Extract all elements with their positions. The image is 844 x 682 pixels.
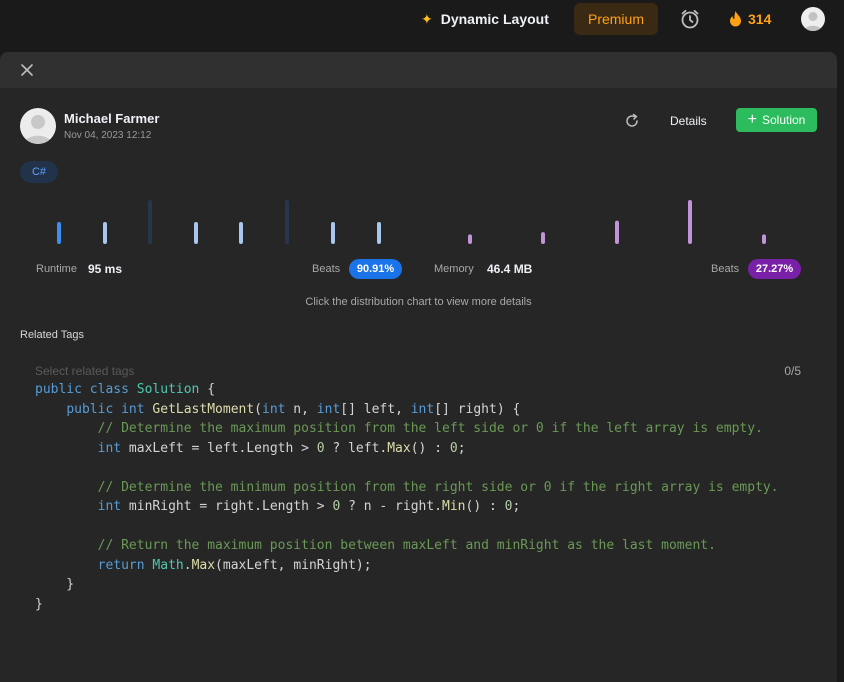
runtime-beats-badge: 90.91% — [349, 259, 402, 279]
related-tags-placeholder: Select related tags — [35, 364, 135, 378]
panel-header — [0, 52, 837, 88]
memory-bar[interactable] — [541, 232, 545, 244]
submission-date: Nov 04, 2023 12:12 — [64, 130, 152, 141]
streak-counter[interactable]: 314 — [729, 0, 771, 38]
memory-beats-label: Beats — [711, 263, 740, 275]
close-icon[interactable] — [19, 62, 35, 78]
refresh-icon[interactable] — [624, 113, 640, 129]
runtime-bar[interactable] — [103, 222, 107, 244]
avatar-icon — [24, 115, 52, 144]
language-badge[interactable]: C# — [20, 161, 58, 183]
code-line: } — [35, 596, 43, 612]
user-avatar-top[interactable] — [801, 7, 825, 31]
code-line: public class Solution { — [35, 382, 216, 397]
memory-beats-badge: 27.27% — [748, 259, 801, 279]
memory-label: Memory — [434, 263, 474, 275]
code-line: // Determine the minimum position from t… — [97, 479, 779, 495]
runtime-bar[interactable] — [57, 222, 61, 244]
author-avatar[interactable] — [20, 108, 56, 144]
runtime-bar[interactable] — [285, 200, 289, 244]
details-button[interactable]: Details — [664, 110, 713, 132]
runtime-label: Runtime — [36, 263, 77, 275]
runtime-bar[interactable] — [239, 222, 243, 244]
related-tags-count: 0/5 — [784, 364, 801, 378]
runtime-bar[interactable] — [148, 200, 152, 244]
flame-icon — [730, 11, 741, 27]
code-line: int maxLeft = left.Length > 0 ? left.Max… — [97, 440, 466, 456]
plus-icon: + — [747, 111, 757, 128]
avatar-icon — [804, 12, 822, 31]
runtime-bar[interactable] — [377, 222, 381, 244]
memory-bar[interactable] — [468, 234, 472, 244]
premium-button[interactable]: Premium — [574, 3, 658, 35]
runtime-beats-label: Beats — [312, 263, 341, 275]
runtime-value: 95 ms — [88, 262, 123, 276]
code-line: // Return the maximum position between m… — [97, 538, 716, 553]
solution-label: Solution — [761, 113, 806, 127]
code-line: public int GetLastMoment(int n, int[] le… — [66, 401, 521, 417]
related-tags-title: Related Tags — [20, 329, 85, 341]
memory-bar[interactable] — [688, 200, 692, 244]
dynamic-layout-button[interactable]: ✦ Dynamic Layout — [421, 0, 549, 38]
distribution-charts[interactable] — [0, 194, 837, 254]
top-navbar: ✦ Dynamic Layout Premium 314 — [0, 0, 844, 44]
runtime-bar[interactable] — [331, 222, 335, 244]
dynamic-layout-label: Dynamic Layout — [440, 11, 549, 27]
code-line: int minRight = right.Length > 0 ? n - ri… — [97, 499, 521, 514]
runtime-distribution-chart — [57, 200, 381, 244]
code-line: return Math.Max(maxLeft, minRight); — [97, 557, 372, 573]
memory-distribution-chart — [468, 200, 766, 244]
sparkle-icon: ✦ — [421, 10, 433, 27]
memory-bar[interactable] — [615, 220, 619, 244]
alarm-clock-icon[interactable] — [679, 0, 701, 38]
code-line: // Determine the maximum position from t… — [97, 421, 763, 436]
memory-bar[interactable] — [762, 234, 766, 244]
code-line: } — [35, 577, 75, 592]
distribution-hint: Click the distribution chart to view mor… — [305, 296, 532, 308]
memory-value: 46.4 MB — [487, 262, 533, 276]
streak-count: 314 — [748, 11, 772, 27]
code-block[interactable]: public class Solution { public int GetLa… — [35, 380, 779, 614]
add-solution-button[interactable]: + Solution — [736, 108, 817, 132]
runtime-bar[interactable] — [194, 222, 198, 244]
author-name[interactable]: Michael Farmer — [64, 111, 159, 126]
